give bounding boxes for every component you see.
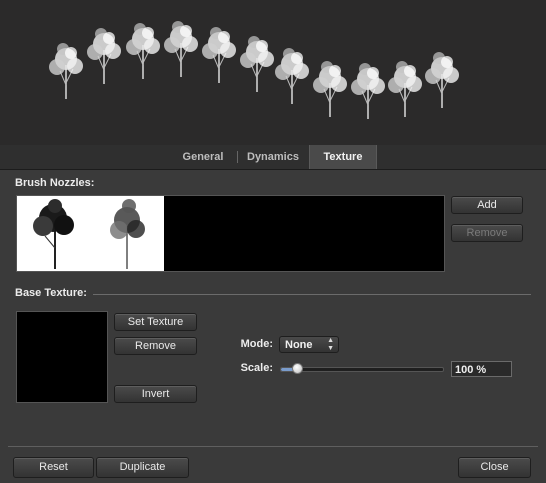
brush-nozzles-heading: Brush Nozzles:	[15, 177, 95, 189]
tree-dab-6	[239, 35, 275, 93]
base-texture-heading: Base Texture:	[15, 287, 87, 299]
tree-dab-4	[163, 20, 199, 78]
remove-nozzle-button[interactable]: Remove	[451, 224, 523, 242]
mode-label: Mode:	[240, 338, 273, 350]
remove-texture-button[interactable]: Remove	[114, 337, 197, 355]
close-button[interactable]: Close	[458, 457, 531, 478]
tree-dab-5	[201, 26, 237, 84]
tree-dab-8	[312, 60, 348, 118]
tab-general[interactable]: General	[172, 145, 234, 169]
scale-slider[interactable]	[280, 363, 444, 374]
tree-dab-1	[48, 42, 84, 100]
tree-nozzle-images	[33, 199, 145, 269]
footer-divider	[8, 446, 538, 447]
set-texture-button[interactable]: Set Texture	[114, 313, 197, 331]
tab-bar: General Dynamics Texture	[0, 145, 546, 170]
tab-texture[interactable]: Texture	[309, 145, 377, 169]
tree-dab-11	[424, 51, 460, 109]
stroke-preview-canvas	[48, 20, 460, 120]
tab-dynamics[interactable]: Dynamics	[240, 145, 306, 169]
updown-chevron-icon: ▲ ▼	[327, 337, 334, 352]
section-divider	[93, 294, 531, 295]
scale-label: Scale:	[240, 362, 273, 374]
tree-dab-9	[350, 62, 386, 120]
tree-dab-10	[387, 60, 423, 118]
tab-separator	[237, 151, 238, 163]
mode-value: None	[285, 339, 313, 351]
brush-stroke-preview	[0, 0, 546, 146]
invert-texture-button[interactable]: Invert	[114, 385, 197, 403]
scale-slider-knob[interactable]	[292, 363, 303, 374]
mode-select[interactable]: None ▲ ▼	[279, 336, 339, 353]
nozzle-thumbnails[interactable]	[17, 196, 164, 271]
add-nozzle-button[interactable]: Add	[451, 196, 523, 214]
brush-nozzles-list[interactable]	[16, 195, 445, 272]
tree-dab-3	[125, 22, 161, 80]
tree-dab-7	[274, 47, 310, 105]
tree-dab-2	[86, 27, 122, 85]
reset-button[interactable]: Reset	[13, 457, 94, 478]
scale-input[interactable]: 100 %	[451, 361, 512, 377]
base-texture-preview	[16, 311, 108, 403]
duplicate-button[interactable]: Duplicate	[96, 457, 189, 478]
